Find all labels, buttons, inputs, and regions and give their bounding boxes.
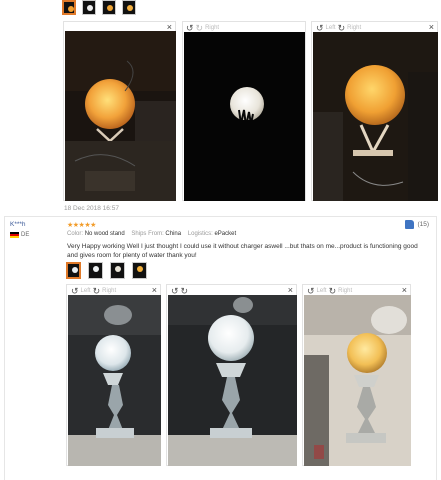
- rotate-right-label[interactable]: Right: [347, 25, 361, 31]
- helpful-like[interactable]: (15): [405, 220, 429, 229]
- thumbnail-1[interactable]: [66, 262, 81, 279]
- review-photo[interactable]: [168, 295, 297, 466]
- rotate-left-label[interactable]: Left: [326, 25, 336, 31]
- rotate-controls: ↺ Left ↻ Right: [307, 287, 352, 296]
- review-border-right: [436, 216, 437, 480]
- review-photo[interactable]: [184, 32, 305, 201]
- close-icon[interactable]: ×: [429, 22, 434, 32]
- review-date: 18 Dec 2018 16:57: [64, 205, 119, 212]
- logistics-label: Logistics:: [187, 231, 213, 237]
- reviewer-name[interactable]: K***h: [10, 221, 26, 228]
- photo-viewer-top-1: ×: [63, 21, 176, 201]
- country-code: DE: [21, 232, 30, 238]
- rotate-left-icon[interactable]: ↺: [171, 287, 179, 296]
- rotate-right-icon[interactable]: ↻: [181, 287, 189, 296]
- rotate-controls: ↺ Left ↻ Right: [71, 287, 116, 296]
- photo-viewer-top-2: ↺ Left ↻ Right: [182, 21, 306, 201]
- photo-viewer-top-3: ↺ Left ↻ Right ×: [311, 21, 438, 201]
- review-photo[interactable]: [313, 32, 438, 201]
- review-border-left: [4, 216, 5, 480]
- photo-viewer-bottom-3: ↺ Left ↻ Right ×: [302, 284, 411, 466]
- photo-viewer-bottom-2: ↺ ↻ ×: [166, 284, 297, 466]
- reviewer-country: DE: [10, 232, 29, 238]
- logistics-value: ePacket: [214, 231, 237, 237]
- rotate-right-label[interactable]: Right: [205, 25, 219, 31]
- rotate-left-icon[interactable]: ↺: [186, 24, 194, 33]
- rotate-left-label[interactable]: Left: [81, 288, 91, 294]
- rotate-controls: ↺ Left ↻ Right: [186, 24, 219, 33]
- rotate-left-icon[interactable]: ↺: [71, 287, 79, 296]
- photo-viewer-bottom-1: ↺ Left ↻ Right ×: [66, 284, 161, 466]
- review-photo[interactable]: [304, 295, 411, 466]
- thumbnail-2[interactable]: [82, 0, 96, 15]
- rotate-right-icon[interactable]: ↻: [196, 24, 204, 33]
- rotate-right-label[interactable]: Right: [102, 288, 116, 294]
- close-icon[interactable]: ×: [288, 285, 293, 295]
- review-photo[interactable]: [65, 31, 176, 201]
- top-thumbnail-strip: [62, 0, 136, 17]
- order-info: Color: No wood stand Ships From: China L…: [67, 231, 236, 237]
- star-rating: ★★★★★: [67, 222, 96, 229]
- ships-from-value: China: [165, 231, 182, 237]
- rotate-controls: ↺ Left ↻ Right: [316, 24, 361, 33]
- review-thumbnail-strip: [66, 262, 147, 279]
- thumbnail-2[interactable]: [88, 262, 103, 279]
- ships-from-label: Ships From:: [131, 231, 164, 237]
- rotate-right-icon[interactable]: ↻: [93, 287, 101, 296]
- review-divider: [4, 216, 437, 217]
- rotate-left-label[interactable]: Left: [317, 288, 327, 294]
- close-icon[interactable]: ×: [402, 285, 407, 295]
- like-count: (15): [417, 221, 429, 228]
- germany-flag-icon: [10, 232, 19, 238]
- rotate-right-label[interactable]: Right: [338, 288, 352, 294]
- review-photo[interactable]: [68, 295, 161, 466]
- rotate-right-icon[interactable]: ↻: [338, 24, 346, 33]
- close-icon[interactable]: ×: [152, 285, 157, 295]
- color-value: No wood stand: [84, 231, 125, 237]
- review-text: Very Happy working Well I just thought I…: [67, 243, 418, 259]
- thumbnail-1[interactable]: [62, 0, 76, 15]
- color-label: Color:: [67, 231, 84, 237]
- thumbnail-3[interactable]: [102, 0, 116, 15]
- thumbnail-4[interactable]: [132, 262, 147, 279]
- thumbnail-4[interactable]: [122, 0, 136, 15]
- rotate-left-icon[interactable]: ↺: [316, 24, 324, 33]
- rotate-left-icon[interactable]: ↺: [307, 287, 315, 296]
- thumbs-up-icon[interactable]: [405, 220, 415, 229]
- rotate-controls: ↺ ↻: [171, 287, 189, 296]
- thumbnail-3[interactable]: [110, 262, 125, 279]
- rotate-right-icon[interactable]: ↻: [329, 287, 337, 296]
